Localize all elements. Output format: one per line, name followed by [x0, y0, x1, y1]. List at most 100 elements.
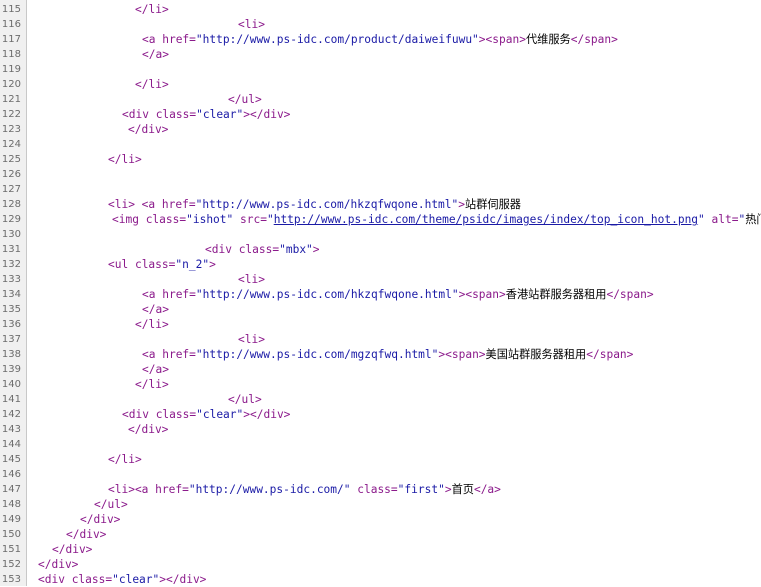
attribute-name: src=: [240, 213, 267, 226]
code-text: </ul>: [94, 497, 128, 512]
code-text: </li>: [108, 452, 142, 467]
html-tag: <a: [142, 33, 163, 46]
text-content: 代维服务: [525, 33, 571, 46]
code-line: 129 <img class="ishot" src="http://www.ps…: [0, 212, 761, 227]
line-number: 126: [1, 169, 21, 180]
html-tag: </a>: [142, 363, 169, 376]
html-tag: </li>: [135, 3, 169, 16]
code-text: </div>: [38, 557, 78, 572]
text-content: 首页: [451, 483, 474, 496]
html-tag: >: [209, 258, 216, 271]
html-tag: </li>: [135, 78, 169, 91]
attribute-name: class=: [238, 243, 280, 256]
html-tag: </li>: [108, 453, 142, 466]
code-line: 153 <div class="clear"></div>: [0, 572, 761, 587]
line-number: 132: [1, 259, 21, 270]
attribute-value: "http://www.ps-idc.com/mgzqfwq.html": [195, 348, 439, 361]
line-number: 144: [1, 439, 21, 450]
url-link[interactable]: http://www.ps-idc.com/theme/psidc/images…: [274, 213, 698, 226]
line-number: 152: [1, 559, 21, 570]
line-number: 138: [1, 349, 21, 360]
code-line: 146: [0, 467, 761, 482]
line-number: 142: [1, 409, 21, 420]
line-number: 115: [1, 4, 21, 15]
source-code-view[interactable]: 115 </li> 116 <li> 117 <a href="http://www.ps…: [0, 0, 761, 586]
attribute-name: href=: [155, 483, 189, 496]
code-line: 147 <li><a href="http://www.ps-idc.com/" …: [0, 482, 761, 497]
line-number: 150: [1, 529, 21, 540]
line-number: 120: [1, 79, 21, 90]
html-tag: </span>: [570, 33, 618, 46]
code-text: <a href="http://www.ps-idc.com/product/d…: [142, 32, 618, 47]
code-line: 138 <a href="http://www.ps-idc.com/mgzqfw…: [0, 347, 761, 362]
code-text: </a>: [142, 302, 169, 317]
code-text: <div class="mbx">: [205, 242, 320, 257]
code-text: <div class="clear"></div>: [122, 107, 290, 122]
code-line: 124: [0, 137, 761, 152]
attribute-value: "mbx": [279, 243, 313, 256]
line-number: 124: [1, 139, 21, 150]
line-number: 135: [1, 304, 21, 315]
code-line: 119: [0, 62, 761, 77]
code-line: 144: [0, 437, 761, 452]
line-number: 136: [1, 319, 21, 330]
html-tag: <div: [122, 108, 156, 121]
line-number: 129: [1, 214, 21, 225]
html-tag: <div: [205, 243, 239, 256]
code-line: 150 </div>: [0, 527, 761, 542]
code-text: <img class="ishot" src="http://www.ps-id…: [112, 212, 761, 227]
attribute-name: class=: [357, 483, 398, 496]
text-content: 热门: [745, 213, 761, 226]
html-tag: <li>: [238, 18, 265, 31]
code-line: 131 <div class="mbx">: [0, 242, 761, 257]
html-tag: <li><a: [108, 483, 156, 496]
attribute-value: "http://www.ps-idc.com/": [188, 483, 358, 496]
html-tag: <li>: [238, 273, 265, 286]
line-number: 153: [1, 574, 21, 585]
line-number: 134: [1, 289, 21, 300]
code-line: 140 </li>: [0, 377, 761, 392]
code-line: 135 </a>: [0, 302, 761, 317]
html-tag: </li>: [135, 318, 169, 331]
code-text: </div>: [52, 542, 92, 557]
attribute-value: "clear": [196, 108, 244, 121]
code-line: 133 <li>: [0, 272, 761, 287]
line-number: 133: [1, 274, 21, 285]
code-line: 151 </div>: [0, 542, 761, 557]
code-line: 120 </li>: [0, 77, 761, 92]
attribute-name: class=: [71, 573, 113, 586]
line-number: 118: [1, 49, 21, 60]
code-text: </ul>: [228, 92, 262, 107]
code-text: <li> <a href="http://www.ps-idc.com/hkzq…: [108, 197, 521, 212]
html-tag: </span>: [586, 348, 634, 361]
attribute-value: "clear": [196, 408, 244, 421]
attribute-value: "http://www.ps-idc.com/hkzqfwqone.html": [195, 198, 459, 211]
code-line: 137 <li>: [0, 332, 761, 347]
html-tag: ><span>: [478, 33, 526, 46]
code-line: 117 <a href="http://www.ps-idc.com/produc…: [0, 32, 761, 47]
html-tag: >: [444, 483, 452, 496]
html-tag: </div>: [128, 423, 169, 436]
attribute-value: "ishot": [186, 213, 240, 226]
code-text: <a href="http://www.ps-idc.com/hkzqfwqon…: [142, 287, 654, 302]
code-text: <li><a href="http://www.ps-idc.com/" cla…: [108, 482, 501, 497]
attribute-value: "http://www.ps-idc.com/hkzqfwqone.html": [195, 288, 459, 301]
code-line: 141 </ul>: [0, 392, 761, 407]
html-tag: </div>: [128, 123, 169, 136]
code-line: 121 </ul>: [0, 92, 761, 107]
attribute-name: class=: [145, 213, 187, 226]
code-line: 132 <ul class="n_2">: [0, 257, 761, 272]
code-line: 128 <li> <a href="http://www.ps-idc.com/h…: [0, 197, 761, 212]
code-line: 149 </div>: [0, 512, 761, 527]
html-tag: </ul>: [228, 93, 262, 106]
attribute-value: "clear": [112, 573, 160, 586]
code-line: 134 <a href="http://www.ps-idc.com/hkzqfw…: [0, 287, 761, 302]
html-tag: <a: [142, 348, 163, 361]
code-text: <ul class="n_2">: [108, 257, 216, 272]
code-line: 125 </li>: [0, 152, 761, 167]
code-text: </div>: [128, 422, 168, 437]
code-line: 148 </ul>: [0, 497, 761, 512]
code-text: </ul>: [228, 392, 262, 407]
code-line: 142 <div class="clear"></div>: [0, 407, 761, 422]
html-tag: </div>: [66, 528, 107, 541]
